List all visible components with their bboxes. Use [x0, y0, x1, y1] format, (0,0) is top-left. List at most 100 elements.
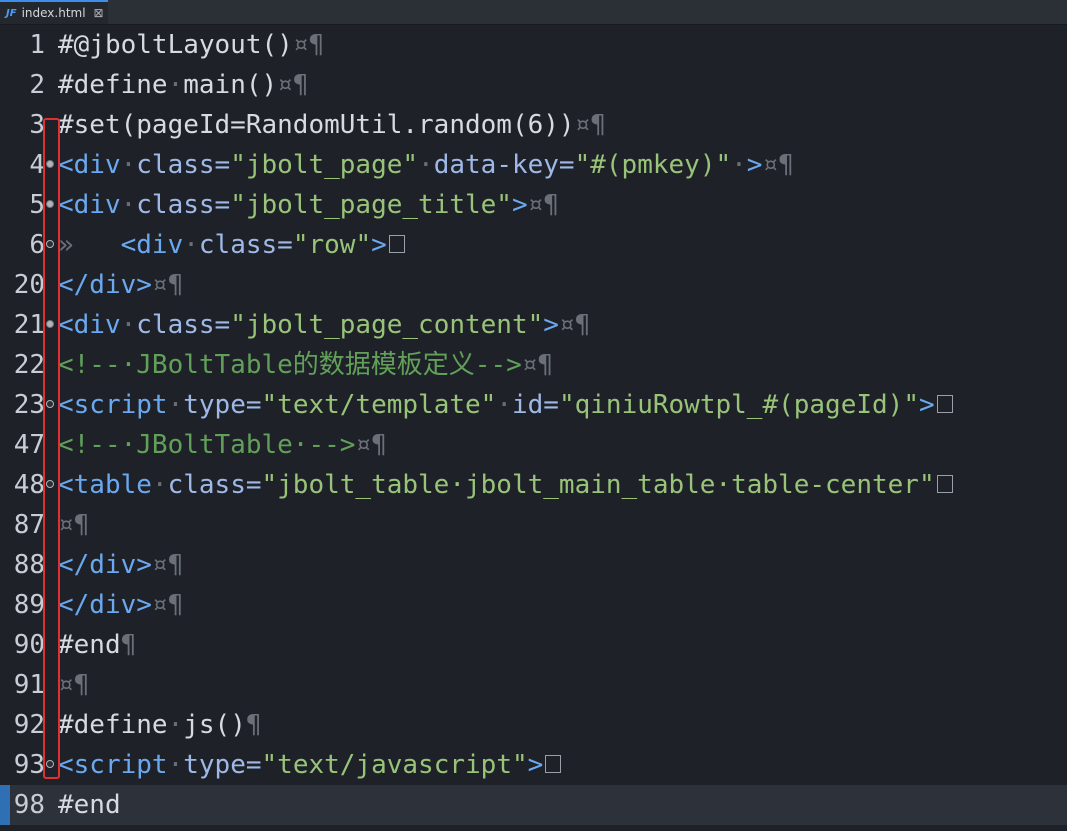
- code-token: »: [58, 230, 121, 260]
- close-icon[interactable]: ⊠: [94, 6, 104, 20]
- code-line[interactable]: 23 <script·type="text/template"·id="qiniu…: [0, 385, 1067, 425]
- code-line[interactable]: 98 #end: [0, 785, 1067, 825]
- code-line[interactable]: 91 ¤¶: [0, 665, 1067, 705]
- code-text: <table·class="jbolt_table·jbolt_main_tab…: [58, 465, 953, 505]
- code-token: ¤¶: [527, 190, 559, 220]
- code-token: "text/javascript": [261, 750, 528, 780]
- code-token: "text/template": [261, 390, 497, 420]
- code-line[interactable]: 3 #set(pageId=RandomUtil.random(6))¤¶: [0, 105, 1067, 145]
- code-token: ¶: [245, 710, 262, 740]
- code-token: main(): [183, 70, 278, 100]
- code-token: ¤¶: [762, 150, 794, 180]
- code-text: #define·main()¤¶: [58, 65, 308, 105]
- code-token: data-key=: [433, 150, 575, 180]
- code-line[interactable]: 21 <div·class="jbolt_page_content">¤¶: [0, 305, 1067, 345]
- code-token: class=: [136, 310, 231, 340]
- code-text: ¤¶: [58, 505, 89, 545]
- folded-region-icon[interactable]: [545, 754, 562, 773]
- code-token: <div: [58, 310, 121, 340]
- code-token: ·: [167, 390, 184, 420]
- code-token: "jbolt_table·jbolt_main_table·table-cent…: [261, 470, 935, 500]
- code-line[interactable]: 89 </div>¤¶: [0, 585, 1067, 625]
- jfinal-file-icon: JF: [6, 7, 17, 19]
- code-token: ¤¶: [58, 510, 90, 540]
- line-number: 48: [13, 470, 45, 500]
- line-number: 47: [13, 430, 45, 460]
- code-token: <!--·JBoltTable·-->: [58, 430, 356, 460]
- code-token: ¤¶: [521, 350, 554, 380]
- code-token: ·: [167, 750, 184, 780]
- line-number: 90: [13, 630, 45, 660]
- folded-region-icon[interactable]: [388, 234, 405, 253]
- code-token: <div: [58, 150, 121, 180]
- code-editor[interactable]: 1 #@jboltLayout()¤¶ 2 #define·main()¤¶ 3 #set…: [0, 25, 1067, 831]
- folded-region-icon[interactable]: [936, 394, 953, 413]
- code-token: ¤¶: [151, 550, 184, 580]
- line-number: 5: [29, 190, 45, 220]
- code-token: </div>: [58, 550, 152, 580]
- code-token: >: [746, 150, 763, 180]
- code-token: ¤¶: [151, 590, 184, 620]
- code-line[interactable]: 5 <div·class="jbolt_page_title">¤¶: [0, 185, 1067, 225]
- tab-filename: index.html: [21, 6, 86, 20]
- code-token: #end: [58, 790, 121, 820]
- code-token: ·: [731, 150, 747, 180]
- code-line[interactable]: 6 » <div·class="row">: [0, 225, 1067, 265]
- code-line[interactable]: 48 <table·class="jbolt_table·jbolt_main_t…: [0, 465, 1067, 505]
- code-token: >: [511, 190, 528, 220]
- folded-region-icon[interactable]: [936, 474, 953, 493]
- code-token: ¤¶: [292, 30, 325, 60]
- code-token: <script: [58, 750, 168, 780]
- code-token: ¤¶: [58, 670, 90, 700]
- code-text: #@jboltLayout()¤¶: [58, 25, 324, 65]
- code-token: class=: [136, 150, 231, 180]
- code-line[interactable]: 93 <script·type="text/javascript">: [0, 745, 1067, 785]
- code-text: <div·class="jbolt_page"·data-key="#(pmke…: [58, 145, 794, 185]
- code-token: "qiniuRowtpl_#(pageId)": [558, 390, 919, 420]
- code-token: ·: [120, 190, 137, 220]
- code-line[interactable]: 20 </div>¤¶: [0, 265, 1067, 305]
- code-token: <script: [58, 390, 168, 420]
- code-line[interactable]: 87 ¤¶: [0, 505, 1067, 545]
- code-token: ·: [167, 70, 184, 100]
- code-line[interactable]: 1 #@jboltLayout()¤¶: [0, 25, 1067, 65]
- code-token: ·: [120, 150, 137, 180]
- code-token: >: [918, 390, 935, 420]
- code-line[interactable]: 2 #define·main()¤¶: [0, 65, 1067, 105]
- code-token: type=: [183, 750, 262, 780]
- code-token: #define: [58, 70, 168, 100]
- code-line[interactable]: 4 <div·class="jbolt_page"·data-key="#(pmk…: [0, 145, 1067, 185]
- code-token: "#(pmkey)": [574, 150, 732, 180]
- code-text: » <div·class="row">: [58, 225, 405, 265]
- code-token: ·: [496, 390, 512, 420]
- code-line[interactable]: 88 </div>¤¶: [0, 545, 1067, 585]
- code-token: ·: [120, 310, 137, 340]
- line-number: 21: [13, 310, 45, 340]
- line-number: 6: [29, 230, 45, 260]
- code-token: #end: [58, 630, 121, 660]
- code-line[interactable]: 22 <!--·JBoltTable的数据模板定义-->¤¶: [0, 345, 1067, 385]
- code-token: ·: [418, 150, 434, 180]
- code-token: ¤¶: [574, 110, 606, 140]
- code-text: </div>¤¶: [58, 265, 183, 305]
- code-line[interactable]: 92 #define·js()¶: [0, 705, 1067, 745]
- code-token: <table: [58, 470, 152, 500]
- code-token: </div>: [58, 590, 152, 620]
- code-token: ¶: [120, 630, 137, 660]
- code-line[interactable]: 47 <!--·JBoltTable·-->¤¶: [0, 425, 1067, 465]
- tab-index-html[interactable]: JF index.html ⊠: [0, 0, 108, 24]
- code-token: #set(pageId=RandomUtil.random(6)): [58, 110, 575, 140]
- code-token: js(): [183, 710, 246, 740]
- code-token: ¤¶: [355, 430, 387, 460]
- code-text: </div>¤¶: [58, 585, 183, 625]
- fold-gutter-highlight-box: [43, 118, 60, 779]
- line-number: 87: [13, 510, 45, 540]
- code-text: <script·type="text/javascript">: [58, 745, 562, 785]
- code-token: "jbolt_page_title": [230, 190, 512, 220]
- line-number: 22: [13, 350, 45, 380]
- line-number: 20: [13, 270, 45, 300]
- code-text: <!--·JBoltTable·-->¤¶: [58, 425, 387, 465]
- code-text: #define·js()¶: [58, 705, 262, 745]
- code-line[interactable]: 90 #end¶: [0, 625, 1067, 665]
- code-text: <!--·JBoltTable的数据模板定义-->¤¶: [58, 345, 553, 385]
